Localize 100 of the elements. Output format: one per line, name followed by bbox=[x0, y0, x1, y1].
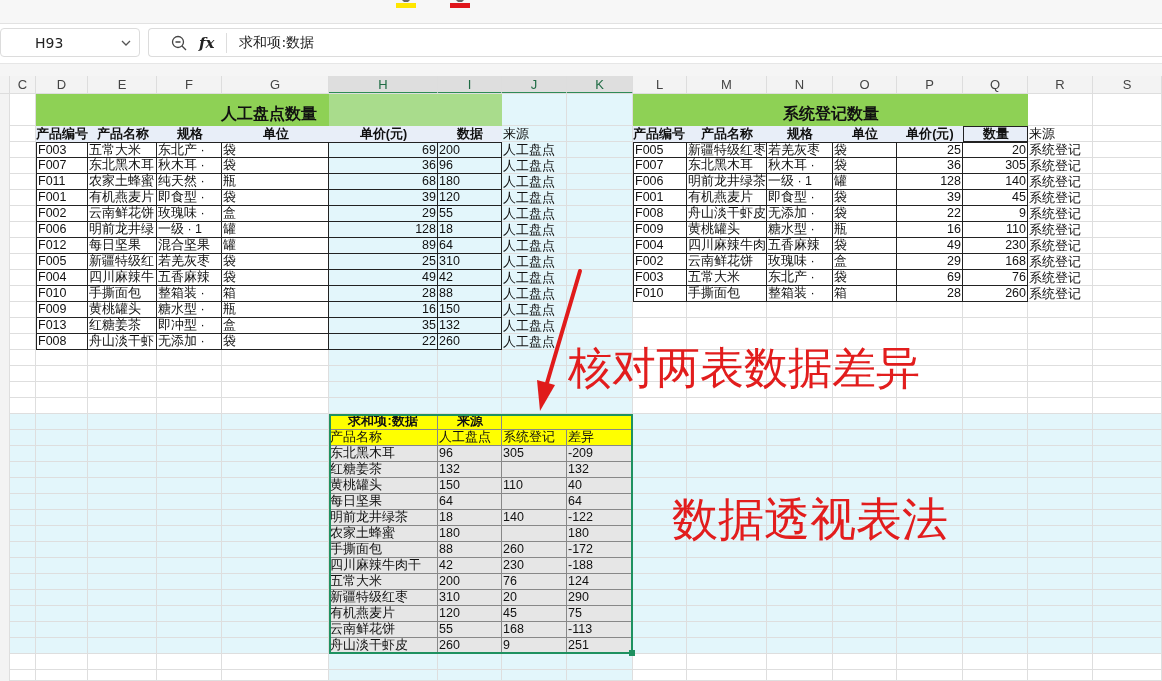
table-cell: 若羌灰枣 bbox=[767, 142, 833, 158]
table-cell: 东北黑木耳 bbox=[329, 446, 438, 462]
table-cell-text: 人工盘点 bbox=[502, 222, 556, 238]
table-cell: 黄桃罐头 bbox=[687, 222, 767, 238]
table-cell: 袋 bbox=[222, 158, 329, 174]
table-cell: 180 bbox=[567, 526, 633, 542]
column-header[interactable]: O bbox=[833, 76, 897, 94]
table-cell: 袋 bbox=[833, 158, 897, 174]
table-cell: 袋 bbox=[222, 142, 329, 158]
table-cell-text: 系统登记 bbox=[1028, 222, 1082, 238]
table-cell: 糖水型 · bbox=[767, 222, 833, 238]
table-cell: 305 bbox=[502, 446, 567, 462]
table-cell: 28 bbox=[897, 286, 963, 302]
table-cell: 42 bbox=[438, 558, 502, 574]
table-cell: 132 bbox=[567, 462, 633, 478]
table-cell: 盒 bbox=[222, 206, 329, 222]
table-cell: F002 bbox=[633, 254, 687, 270]
column-header[interactable]: H bbox=[329, 76, 438, 94]
column-header[interactable]: G bbox=[222, 76, 329, 94]
table-cell: 五常大米 bbox=[687, 270, 767, 286]
table-cell-text: 人工盘点 bbox=[502, 238, 556, 254]
table-cell-text: 系统登记 bbox=[1028, 158, 1082, 174]
table-cell: 罐 bbox=[222, 238, 329, 254]
column-header[interactable]: M bbox=[687, 76, 767, 94]
table-cell: 75 bbox=[567, 606, 633, 622]
table-cell: 新疆特级红枣 bbox=[329, 590, 438, 606]
table-cell-text: 人工盘点 bbox=[502, 302, 556, 318]
table-cell: 东北产 · bbox=[767, 270, 833, 286]
table-cell: 手撕面包 bbox=[329, 542, 438, 558]
table-cell: F009 bbox=[36, 302, 88, 318]
column-heading: 产品名称 bbox=[88, 126, 157, 142]
column-header[interactable]: C bbox=[10, 76, 36, 94]
table-cell: -122 bbox=[567, 510, 633, 526]
column-header[interactable]: K bbox=[567, 76, 633, 94]
table-cell: 手撕面包 bbox=[687, 286, 767, 302]
table-cell: 玫瑰味 · bbox=[767, 254, 833, 270]
table-cell: 袋 bbox=[833, 142, 897, 158]
column-header[interactable]: J bbox=[502, 76, 567, 94]
table-cell: 55 bbox=[438, 622, 502, 638]
table-cell: 49 bbox=[897, 238, 963, 254]
column-heading: 系统登记 bbox=[502, 430, 567, 446]
table-cell: 36 bbox=[897, 158, 963, 174]
table-cell-text: 人工盘点 bbox=[502, 158, 556, 174]
table-cell: F002 bbox=[36, 206, 88, 222]
table-cell: 16 bbox=[897, 222, 963, 238]
table-cell-text: 人工盘点 bbox=[502, 142, 556, 158]
column-header[interactable]: D bbox=[36, 76, 88, 94]
table-cell: 瓶 bbox=[222, 174, 329, 190]
formula-field[interactable]: 求和项:数据 bbox=[239, 33, 315, 52]
table-cell: 200 bbox=[438, 574, 502, 590]
table-cell: F008 bbox=[633, 206, 687, 222]
table-cell: F010 bbox=[633, 286, 687, 302]
column-heading: 单价(元) bbox=[329, 126, 438, 142]
table-cell: 260 bbox=[963, 286, 1028, 302]
highlight-color-icon[interactable] bbox=[396, 0, 416, 8]
table-cell: 云南鲜花饼 bbox=[687, 254, 767, 270]
table-cell: 25 bbox=[897, 142, 963, 158]
annotation-text: 核对两表数据差异 bbox=[568, 346, 920, 390]
table-cell: 无添加 · bbox=[767, 206, 833, 222]
column-header[interactable]: R bbox=[1028, 76, 1093, 94]
table-cell-text: 系统登记 bbox=[1028, 190, 1082, 206]
column-header[interactable]: N bbox=[767, 76, 833, 94]
table-cell: 袋 bbox=[222, 334, 329, 350]
table-cell-text: 系统登记 bbox=[1028, 142, 1082, 158]
column-header[interactable]: E bbox=[88, 76, 157, 94]
column-header[interactable]: L bbox=[633, 76, 687, 94]
column-heading: 数量 bbox=[963, 126, 1028, 142]
table-cell: 红糖姜茶 bbox=[329, 462, 438, 478]
table-cell: F004 bbox=[633, 238, 687, 254]
table-cell: 袋 bbox=[222, 254, 329, 270]
name-box[interactable]: H93 bbox=[0, 28, 140, 57]
column-header[interactable]: Q bbox=[963, 76, 1028, 94]
table-cell-text: 人工盘点 bbox=[502, 174, 556, 190]
column-heading: 差异 bbox=[567, 430, 633, 446]
table-cell: 四川麻辣牛 bbox=[88, 270, 157, 286]
table-cell: 黄桃罐头 bbox=[329, 478, 438, 494]
column-heading: 单位 bbox=[222, 126, 329, 142]
chevron-icon bbox=[121, 39, 131, 46]
table-cell: 22 bbox=[897, 206, 963, 222]
table-cell: 150 bbox=[438, 478, 502, 494]
table-cell: 舟山淡干虾 bbox=[88, 334, 157, 350]
font-color-icon[interactable] bbox=[450, 0, 470, 8]
table-cell-text: 人工盘点 bbox=[502, 190, 556, 206]
table-cell: 明前龙井绿茶 bbox=[329, 510, 438, 526]
table-cell: 罐 bbox=[833, 174, 897, 190]
column-header[interactable]: P bbox=[897, 76, 963, 94]
table-cell: F007 bbox=[36, 158, 88, 174]
table-cell: 140 bbox=[963, 174, 1028, 190]
column-header[interactable]: S bbox=[1093, 76, 1162, 94]
table-cell: 76 bbox=[963, 270, 1028, 286]
table-cell: F004 bbox=[36, 270, 88, 286]
table-cell: 黄桃罐头 bbox=[88, 302, 157, 318]
table-cell: 29 bbox=[897, 254, 963, 270]
table-cell: 东北产 · bbox=[157, 142, 222, 158]
column-header[interactable]: I bbox=[438, 76, 502, 94]
table-cell: 盒 bbox=[222, 318, 329, 334]
function-button[interactable]: fx bbox=[199, 33, 215, 52]
zoom-out-icon[interactable] bbox=[171, 34, 187, 51]
table-cell: F010 bbox=[36, 286, 88, 302]
column-header[interactable]: F bbox=[157, 76, 222, 94]
